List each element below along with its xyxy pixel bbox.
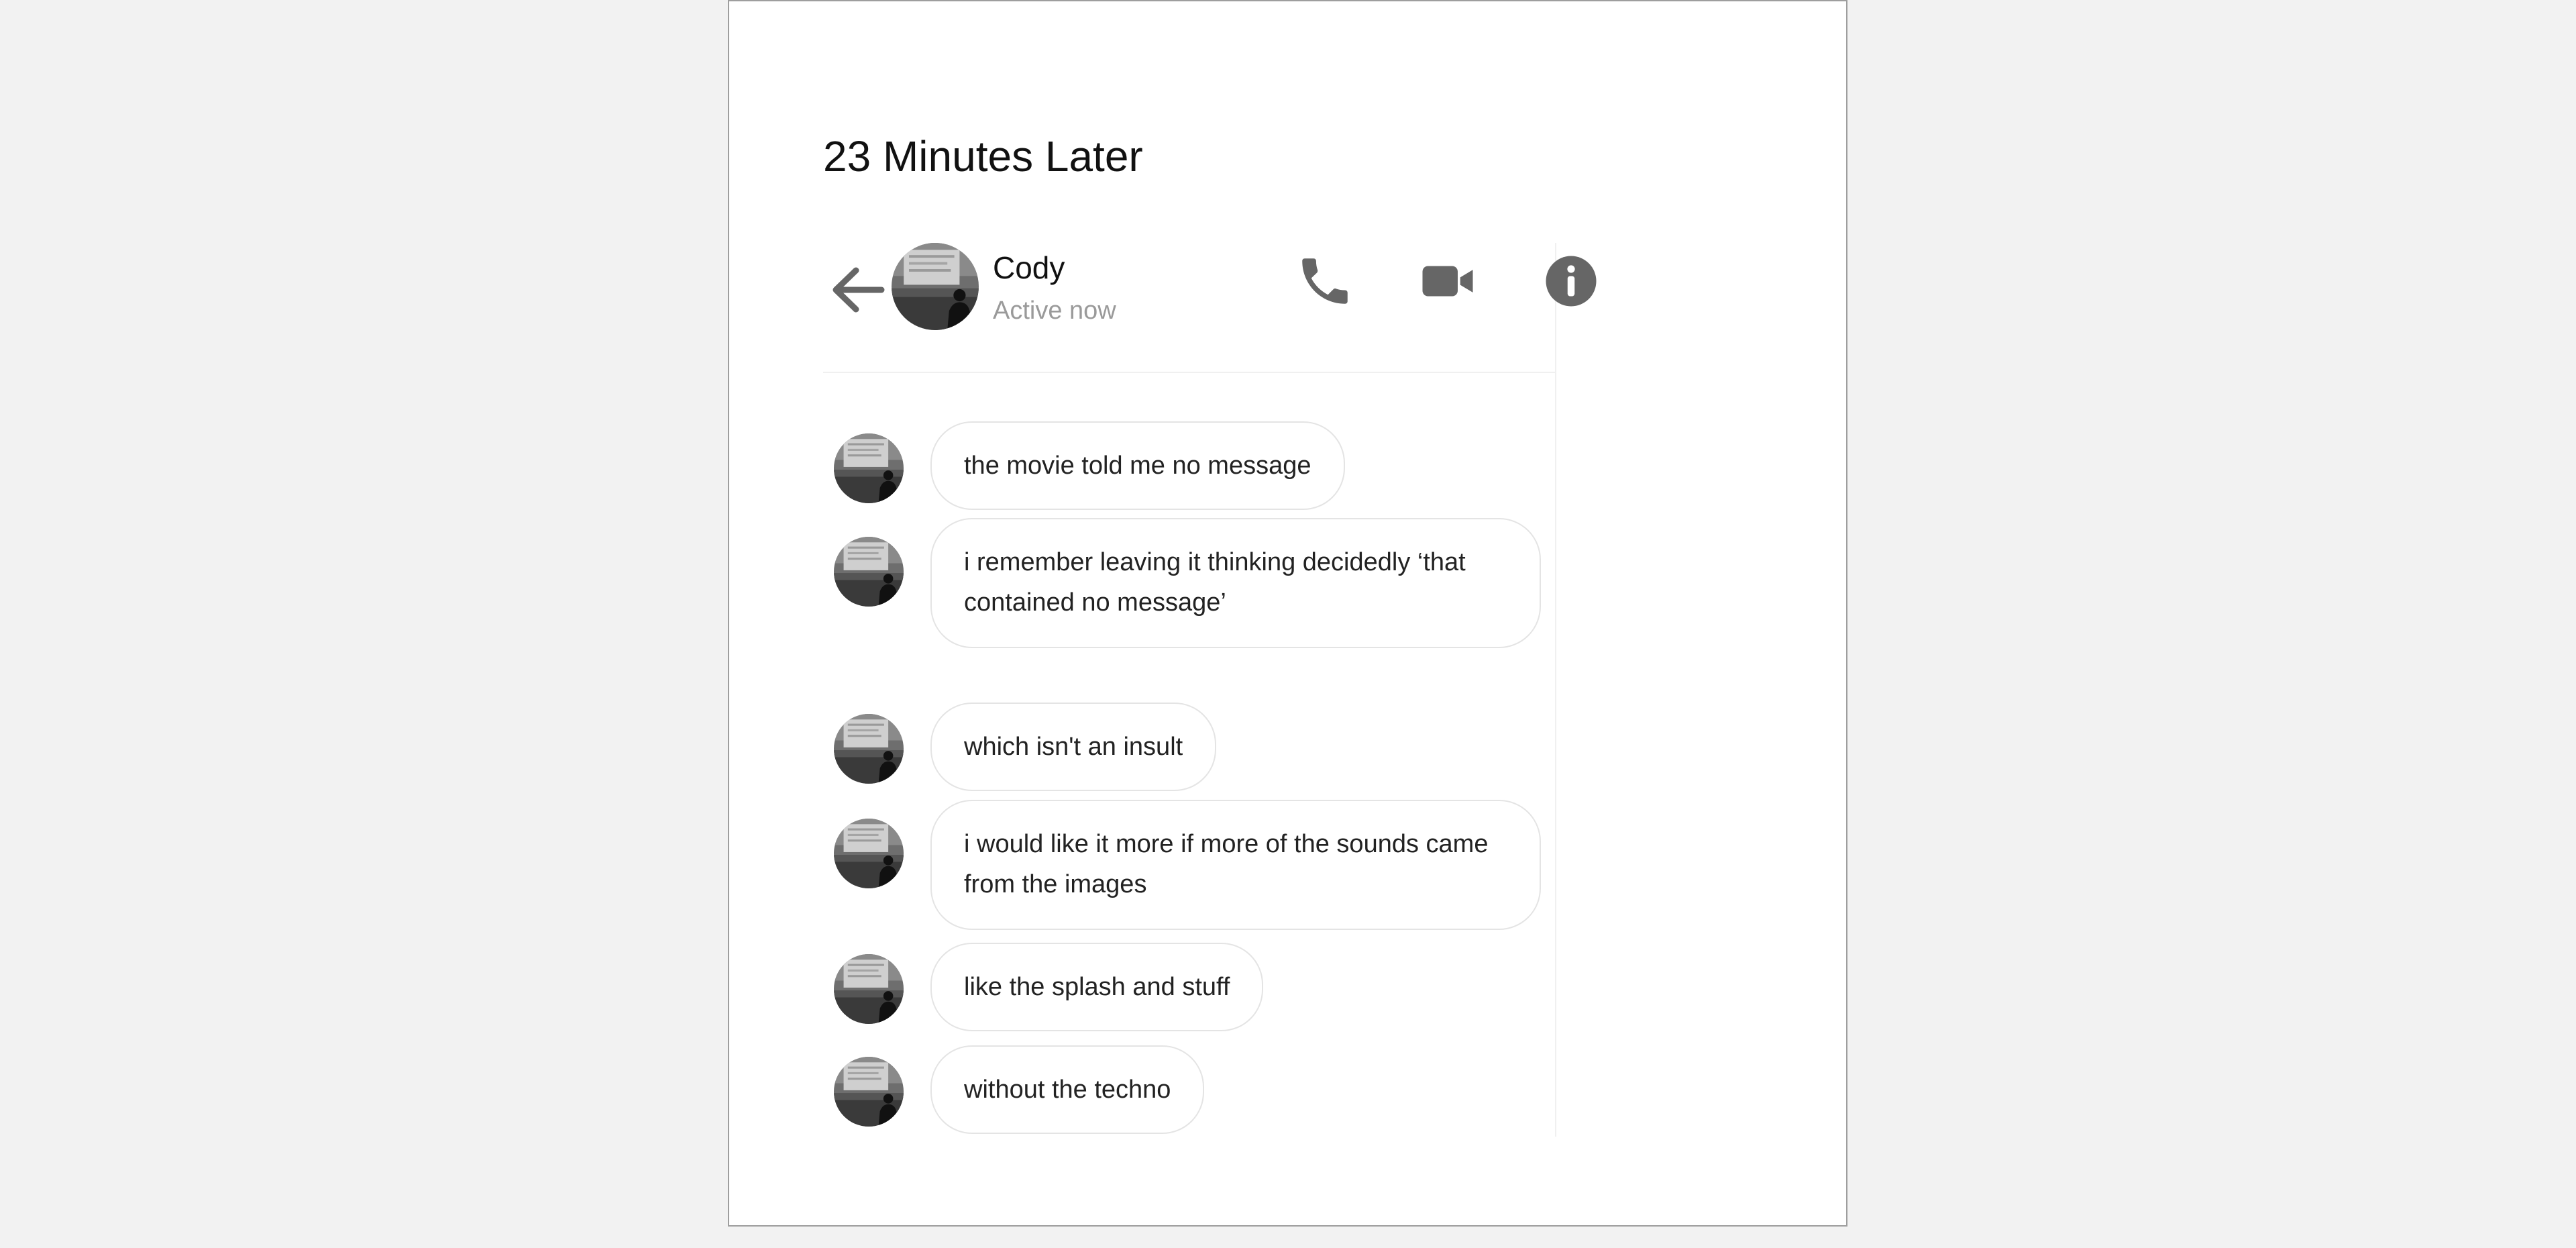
avatar[interactable] [892,243,979,330]
avatar[interactable] [834,1057,904,1127]
message-bubble: like the splash and stuff [930,943,1264,1031]
info-icon[interactable] [1541,251,1601,311]
page-title: 23 Minutes Later [823,132,1143,180]
contact-name[interactable]: Cody [993,250,1065,286]
back-arrow-icon[interactable] [826,260,887,320]
video-camera-icon[interactable] [1417,251,1478,311]
message-bubble: the movie told me no message [930,421,1345,510]
avatar[interactable] [834,954,904,1024]
message-bubble: i remember leaving it thinking decidedly… [930,518,1541,648]
chat-window: Cody Active now the movie told me no mes… [823,243,1597,1137]
page: 23 Minutes Later Cody Active now the mov… [728,0,1847,1227]
message-bubble: i would like it more if more of the soun… [930,800,1541,930]
chat-header: Cody Active now [823,243,1597,373]
avatar[interactable] [834,537,904,607]
avatar[interactable] [834,714,904,784]
message-bubble: without the techno [930,1045,1205,1134]
avatar[interactable] [834,433,904,503]
contact-status: Active now [993,297,1116,325]
phone-icon[interactable] [1295,251,1355,311]
avatar[interactable] [834,819,904,888]
message-bubble: which isn't an insult [930,703,1217,791]
